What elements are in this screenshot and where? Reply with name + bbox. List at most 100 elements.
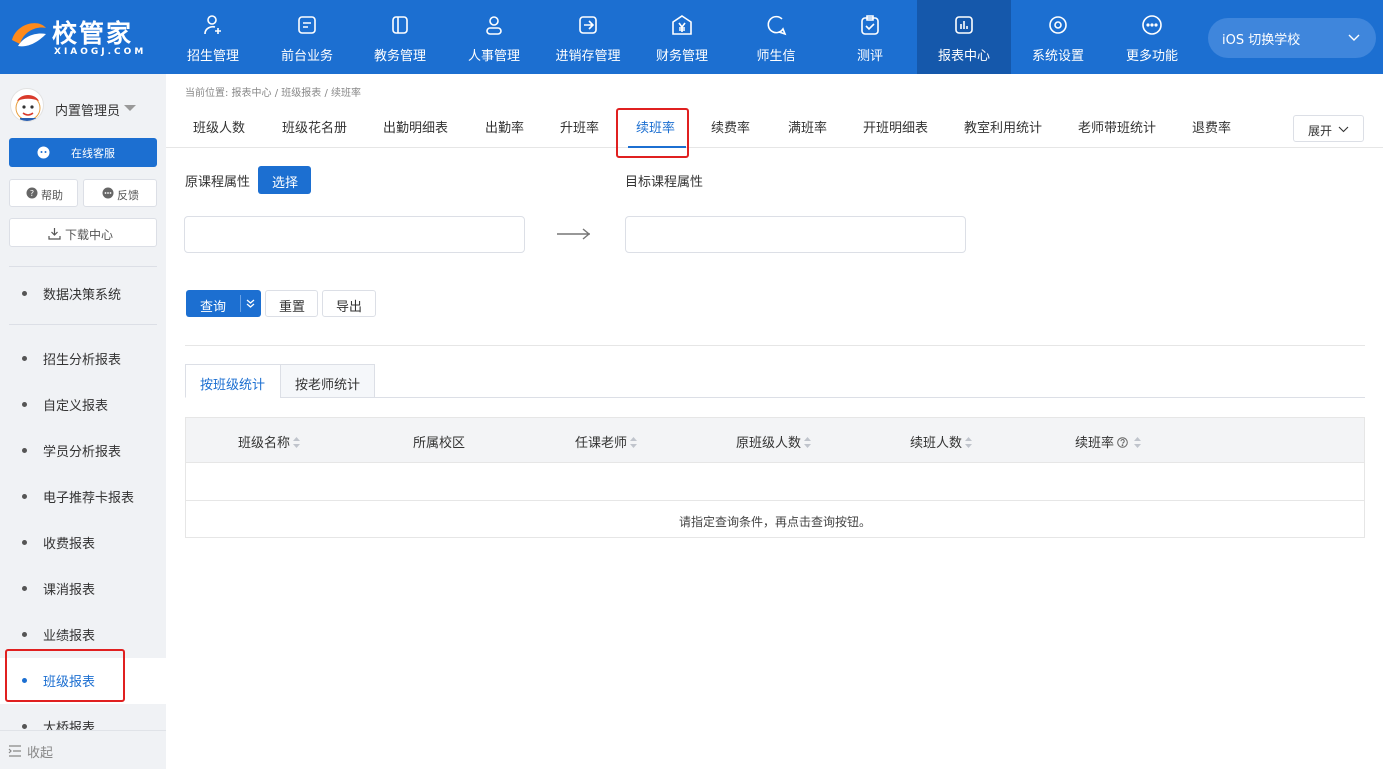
- book-icon: [392, 16, 408, 34]
- subtab-by-teacher[interactable]: 按老师统计: [280, 364, 375, 398]
- nav-enrollment[interactable]: 招生管理: [166, 0, 260, 74]
- target-course-attribute-field[interactable]: [625, 216, 966, 253]
- sidebar-collapse-button[interactable]: 收起: [0, 730, 166, 769]
- online-service-label: 在线客服: [71, 147, 115, 160]
- question-circle-icon[interactable]: [1117, 437, 1128, 448]
- sort-icon: [1134, 437, 1142, 448]
- sidebar-item-label: 数据决策系统: [43, 288, 122, 303]
- tab-attendance-detail[interactable]: 出勤明细表: [383, 117, 448, 136]
- export-button[interactable]: 导出: [322, 290, 376, 317]
- column-continuation-rate[interactable]: 续班率: [1075, 432, 1142, 451]
- sidebar-item-class-report[interactable]: 班级报表: [0, 658, 166, 704]
- table-header: 班级名称 所属校区 任课老师 原班级人数 续班人数 续班率: [186, 418, 1364, 463]
- feedback-button[interactable]: 反馈: [83, 179, 157, 207]
- sidebar-item-referral-card-report[interactable]: 电子推荐卡报表: [0, 474, 166, 520]
- sort-icon: [965, 437, 973, 448]
- subtab-label: 按老师统计: [295, 378, 361, 393]
- tab-class-roster[interactable]: 班级花名册: [282, 117, 347, 136]
- tab-class-opening-detail[interactable]: 开班明细表: [863, 117, 928, 136]
- logo-mark-icon: [12, 23, 46, 47]
- expand-button[interactable]: 展开: [1293, 115, 1364, 142]
- subtab-by-class[interactable]: 按班级统计: [185, 364, 281, 398]
- nav-report-center[interactable]: 报表中心: [917, 0, 1011, 74]
- nav-label: 人事管理: [467, 49, 520, 64]
- bullet-icon: [22, 632, 27, 637]
- user-name[interactable]: 内置管理员: [55, 100, 120, 119]
- nav-more[interactable]: 更多功能: [1105, 0, 1199, 74]
- svg-text:?: ?: [30, 189, 34, 198]
- column-class-name[interactable]: 班级名称: [238, 432, 301, 451]
- column-label: 所属校区: [413, 436, 466, 451]
- sidebar-item-decision-system[interactable]: 数据决策系统: [0, 271, 166, 317]
- online-service-button[interactable]: 在线客服: [9, 138, 157, 167]
- reset-label: 重置: [279, 300, 306, 315]
- query-label: 查询: [200, 300, 227, 315]
- tab-refund-rate[interactable]: 退费率: [1192, 117, 1231, 136]
- nav-front-desk[interactable]: 前台业务: [260, 0, 354, 74]
- nav-label: 测评: [856, 49, 883, 64]
- tab-continuation-rate[interactable]: 续班率: [636, 117, 675, 136]
- original-course-attribute-label: 原课程属性: [185, 175, 251, 190]
- feedback-label: 反馈: [117, 189, 139, 202]
- breadcrumb: 当前位置: 报表中心 / 班级报表 / 续班率: [185, 88, 362, 99]
- nav-label: 前台业务: [280, 49, 333, 64]
- help-button[interactable]: ? 帮助: [9, 179, 78, 207]
- active-tab-indicator: [628, 146, 686, 148]
- double-chevron-down-icon[interactable]: [245, 298, 256, 309]
- tab-class-size[interactable]: 班级人数: [193, 117, 245, 136]
- brand-logo[interactable]: 校管家 XIAOGJ.COM: [8, 12, 168, 62]
- sidebar-item-fee-report[interactable]: 收费报表: [0, 520, 166, 566]
- column-continued-count[interactable]: 续班人数: [910, 432, 973, 451]
- sidebar-item-enrollment-report[interactable]: 招生分析报表: [0, 336, 166, 382]
- user-menu-caret-icon[interactable]: [124, 105, 136, 111]
- column-label: 续班人数: [910, 436, 963, 451]
- download-center-label: 下载中心: [65, 228, 114, 242]
- tab-attendance-rate[interactable]: 出勤率: [485, 117, 524, 136]
- nav-academic[interactable]: 教务管理: [353, 0, 447, 74]
- bullet-icon: [22, 678, 27, 683]
- tab-teacher-class-stats[interactable]: 老师带班统计: [1078, 117, 1156, 136]
- download-icon: [48, 228, 61, 240]
- tab-classroom-usage[interactable]: 教室利用统计: [964, 117, 1042, 136]
- nav-messages[interactable]: 师生信: [729, 0, 823, 74]
- reset-button[interactable]: 重置: [265, 290, 318, 317]
- column-label: 原班级人数: [736, 436, 802, 451]
- tab-renewal-rate[interactable]: 续费率: [711, 117, 750, 136]
- empty-table-message: 请指定查询条件，再点击查询按钮。: [678, 515, 871, 529]
- collapse-label: 收起: [27, 746, 54, 761]
- bullet-icon: [22, 291, 27, 296]
- nav-label: 教务管理: [373, 49, 426, 64]
- sidebar-item-student-report[interactable]: 学员分析报表: [0, 428, 166, 474]
- bullet-icon: [22, 448, 27, 453]
- avatar[interactable]: [10, 88, 44, 122]
- sidebar-item-label: 班级报表: [43, 675, 96, 690]
- sidebar-item-custom-report[interactable]: 自定义报表: [0, 382, 166, 428]
- choose-label: 选择: [272, 176, 299, 191]
- nav-finance[interactable]: 财务管理: [635, 0, 729, 74]
- query-button[interactable]: 查询: [186, 290, 261, 317]
- column-teacher[interactable]: 任课老师: [575, 432, 638, 451]
- sidebar-item-performance-report[interactable]: 业绩报表: [0, 612, 166, 658]
- sidebar-item-consumption-report[interactable]: 课消报表: [0, 566, 166, 612]
- more-icon: [1142, 15, 1162, 35]
- target-course-attribute-label: 目标课程属性: [625, 175, 704, 190]
- arrow-right-icon: [557, 228, 591, 240]
- nav-hr[interactable]: 人事管理: [447, 0, 541, 74]
- column-label: 班级名称: [238, 436, 291, 451]
- sidebar-item-bridge-report[interactable]: 大桥报表: [0, 704, 166, 730]
- tab-full-class-rate[interactable]: 满班率: [788, 117, 827, 136]
- nav-evaluation[interactable]: 测评: [823, 0, 917, 74]
- clipboard-check-icon: [861, 15, 879, 35]
- nav-inventory[interactable]: 进销存管理: [541, 0, 635, 74]
- column-original-class-size[interactable]: 原班级人数: [736, 432, 812, 451]
- nav-label: 系统设置: [1031, 49, 1084, 64]
- download-center-button[interactable]: 下载中心: [9, 218, 157, 247]
- nav-settings[interactable]: 系统设置: [1011, 0, 1105, 74]
- bullet-icon: [22, 356, 27, 361]
- original-course-attribute-field[interactable]: [184, 216, 525, 253]
- tab-promotion-rate[interactable]: 升班率: [560, 117, 599, 136]
- chevron-down-icon: [1348, 34, 1360, 41]
- choose-button[interactable]: 选择: [258, 166, 311, 194]
- sort-icon: [293, 437, 301, 448]
- switch-school-button[interactable]: iOS 切换学校: [1208, 18, 1376, 58]
